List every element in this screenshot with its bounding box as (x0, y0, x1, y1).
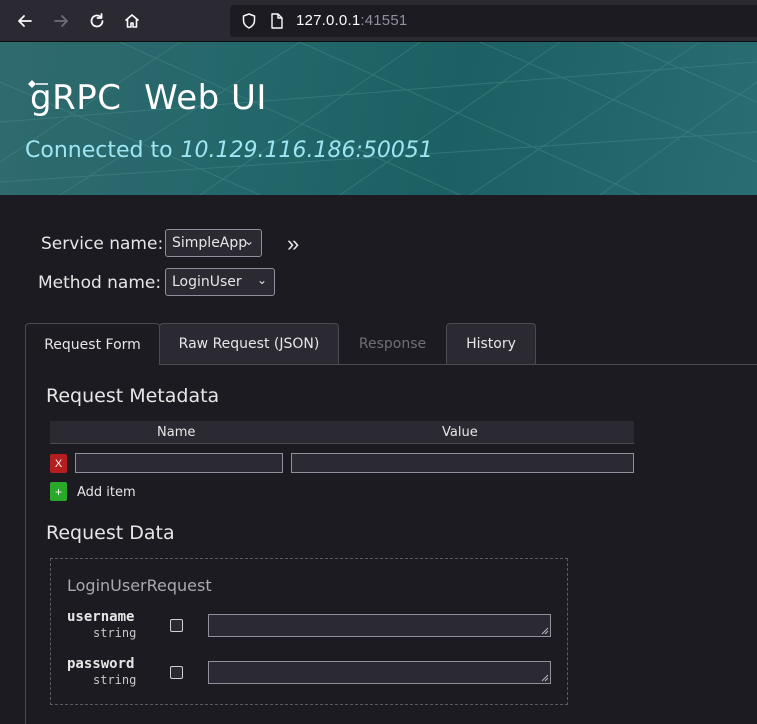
metadata-name-input[interactable] (75, 453, 283, 473)
shield-icon[interactable] (240, 12, 258, 30)
metadata-heading: Request Metadata (46, 385, 220, 407)
home-icon[interactable] (119, 8, 145, 34)
tab-response: Response (339, 323, 446, 364)
field-name-password: password (67, 656, 135, 672)
chevron-down-icon: ⌄ (243, 234, 254, 248)
column-name: Name (157, 425, 196, 440)
username-null-checkbox[interactable] (170, 619, 183, 632)
method-select[interactable]: LoginUser ⌄ (165, 268, 275, 296)
page-title: gRPC Web UI (30, 78, 267, 118)
page-icon[interactable] (268, 12, 286, 30)
method-value: LoginUser (172, 274, 242, 290)
metadata-table-header: Name Value (50, 421, 634, 444)
password-input[interactable] (208, 661, 551, 684)
tab-raw-request[interactable]: Raw Request (JSON) (159, 323, 339, 364)
field-type-username: string (93, 626, 137, 640)
expand-button[interactable]: » (287, 231, 299, 257)
add-item-button[interactable]: + (50, 482, 67, 501)
back-icon[interactable] (12, 8, 38, 34)
username-input[interactable] (208, 614, 551, 637)
tab-history[interactable]: History (446, 323, 536, 364)
remove-item-button[interactable]: X (50, 454, 67, 473)
field-type-password: string (93, 673, 137, 687)
tab-request-form[interactable]: Request Form (25, 323, 160, 365)
add-item-label: Add item (77, 485, 136, 500)
reload-icon[interactable] (84, 8, 110, 34)
header-banner: gRPC Web UI Connected to 10.129.116.186:5… (0, 42, 757, 195)
service-label: Service name: (41, 234, 164, 254)
chevron-down-icon: ⌄ (256, 273, 267, 287)
password-null-checkbox[interactable] (170, 666, 183, 679)
resize-grip-icon[interactable] (541, 627, 549, 635)
url-text[interactable]: 127.0.0.1:41551 (296, 12, 407, 29)
metadata-value-input[interactable] (291, 453, 634, 473)
connected-label: Connected to (25, 138, 173, 163)
resize-grip-icon[interactable] (541, 674, 549, 682)
url-bar[interactable]: 127.0.0.1:41551 (230, 5, 757, 37)
request-data-heading: Request Data (46, 522, 175, 544)
banner-pattern (0, 42, 757, 195)
message-type-name: LoginUserRequest (67, 576, 212, 595)
browser-toolbar: 127.0.0.1:41551 (0, 0, 757, 42)
server-address: 10.129.116.186:50051 (180, 138, 433, 163)
service-value: SimpleApp (172, 235, 248, 251)
field-name-username: username (67, 609, 135, 625)
column-value: Value (442, 425, 478, 440)
method-label: Method name: (38, 273, 162, 293)
service-select[interactable]: SimpleApp ⌄ (165, 229, 262, 257)
forward-icon[interactable] (48, 8, 74, 34)
connection-status: Connected to 10.129.116.186:50051 (25, 138, 433, 163)
